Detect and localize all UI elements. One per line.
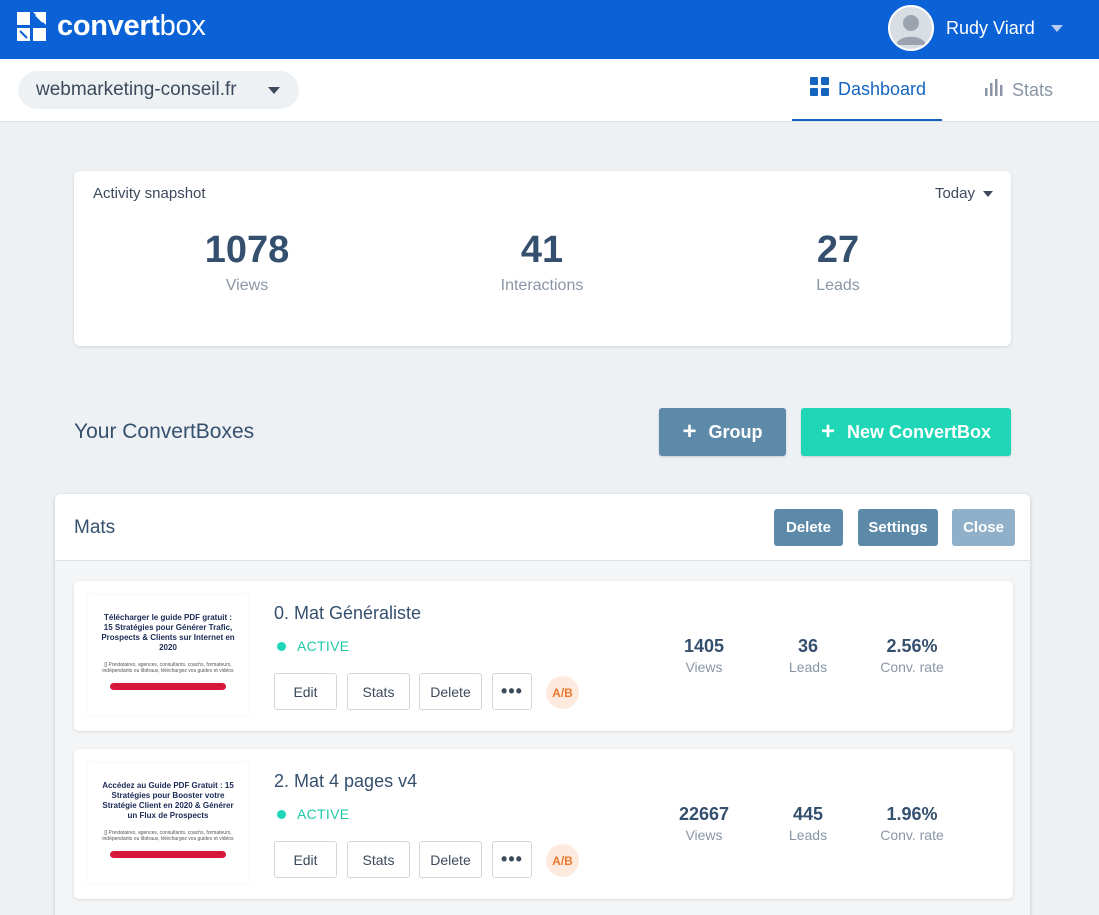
group-header: Mats Delete Settings Close: [55, 494, 1030, 561]
card-views-value: 1405: [683, 636, 725, 656]
status-badge: ACTIVE: [277, 638, 349, 654]
status-label: ACTIVE: [297, 806, 350, 822]
group-settings-button[interactable]: Settings: [858, 509, 938, 546]
logo-text: convertbox: [57, 10, 206, 42]
convertbox-card: Accédez au Guide PDF Gratuit : 15 Straté…: [74, 749, 1013, 899]
card-views: 22667 Views: [649, 804, 759, 843]
status-dot-icon: [277, 641, 286, 651]
ab-test-icon[interactable]: A/B: [546, 844, 579, 877]
section-title: Your ConvertBoxes: [74, 420, 255, 443]
convertbox-title[interactable]: 2. Mat 4 pages v4: [274, 771, 417, 792]
plus-icon: +: [682, 418, 697, 445]
stat-views-label: Views: [225, 277, 269, 294]
edit-button[interactable]: Edit: [274, 673, 337, 710]
card-conv-rate-value: 1.96%: [886, 804, 938, 824]
stat-interactions-value: 41: [520, 229, 564, 271]
group-panel: Mats Delete Settings Close Télécharger l…: [55, 494, 1030, 915]
stats-button[interactable]: Stats: [347, 841, 410, 878]
card-views: 1405 Views: [649, 636, 759, 675]
thumbnail-body: [] Prestataires, agences, consultants, c…: [102, 662, 234, 674]
logo-mark-icon: [17, 12, 46, 41]
sub-navigation: webmarketing-conseil.fr Dashboard Stats: [0, 59, 1099, 122]
thumbnail-body: [] Prestataires, agences, consultants, c…: [102, 830, 234, 842]
tab-dashboard[interactable]: Dashboard: [792, 59, 942, 121]
card-leads-value: 445: [792, 804, 824, 824]
card-leads-label: Leads: [788, 659, 828, 675]
caret-down-icon: [268, 87, 280, 94]
card-leads: 445 Leads: [753, 804, 863, 843]
stat-interactions-label: Interactions: [500, 277, 584, 294]
tab-stats-label: Stats: [1012, 79, 1054, 100]
add-group-button[interactable]: + Group: [659, 408, 786, 456]
card-conv-rate-label: Conv. rate: [880, 659, 944, 675]
bar-chart-icon: [984, 78, 1003, 102]
period-selector-value: Today: [934, 185, 975, 202]
chevron-down-icon: [1050, 24, 1063, 32]
card-conv-rate-value: 2.56%: [886, 636, 938, 656]
thumbnail-cta-bar: [110, 851, 226, 858]
card-views-label: Views: [685, 659, 723, 675]
edit-button[interactable]: Edit: [274, 841, 337, 878]
site-selector[interactable]: webmarketing-conseil.fr: [18, 71, 299, 109]
activity-snapshot-title: Activity snapshot: [93, 185, 206, 202]
card-conv-rate-label: Conv. rate: [880, 827, 944, 843]
activity-snapshot-card: Activity snapshot Today 1078 Views 41 In…: [74, 171, 1011, 346]
card-leads: 36 Leads: [753, 636, 863, 675]
ab-test-icon[interactable]: A/B: [546, 676, 579, 709]
card-leads-label: Leads: [788, 827, 828, 843]
status-badge: ACTIVE: [277, 806, 349, 822]
card-leads-value: 36: [797, 636, 819, 656]
new-convertbox-button[interactable]: + New ConvertBox: [801, 408, 1011, 456]
top-bar: convertbox Rudy Viard: [0, 0, 1099, 59]
stats-button[interactable]: Stats: [347, 673, 410, 710]
thumbnail-headline: Accédez au Guide PDF Gratuit : 15 Straté…: [102, 781, 234, 820]
group-delete-button[interactable]: Delete: [774, 509, 843, 546]
stat-views-value: 1078: [204, 229, 290, 271]
group-close-button[interactable]: Close: [952, 509, 1015, 546]
card-conv-rate: 2.56% Conv. rate: [857, 636, 967, 675]
stat-leads-value: 27: [816, 229, 860, 271]
stat-leads: 27 Leads: [738, 227, 938, 295]
more-options-icon[interactable]: •••: [492, 841, 532, 878]
stat-interactions: 41 Interactions: [442, 227, 642, 295]
group-name: Mats: [74, 517, 116, 538]
stat-leads-label: Leads: [816, 277, 860, 294]
period-selector[interactable]: Today: [935, 185, 993, 202]
grid-icon: [810, 77, 829, 101]
thumbnail-headline: Télécharger le guide PDF gratuit : 15 St…: [101, 613, 235, 652]
status-dot-icon: [277, 809, 286, 819]
tab-stats[interactable]: Stats: [984, 59, 1053, 121]
site-selector-value: webmarketing-conseil.fr: [36, 79, 237, 100]
plus-icon: +: [820, 418, 835, 445]
convertbox-thumbnail[interactable]: Accédez au Guide PDF Gratuit : 15 Straté…: [88, 763, 248, 883]
tab-dashboard-label: Dashboard: [838, 78, 927, 99]
card-views-value: 22667: [678, 804, 730, 824]
card-views-label: Views: [685, 827, 723, 843]
more-options-icon[interactable]: •••: [492, 673, 532, 710]
new-convertbox-label: New ConvertBox: [846, 421, 992, 442]
delete-button[interactable]: Delete: [419, 841, 482, 878]
user-menu[interactable]: Rudy Viard: [888, 5, 1063, 51]
card-conv-rate: 1.96% Conv. rate: [857, 804, 967, 843]
caret-down-icon: [983, 190, 993, 197]
delete-button[interactable]: Delete: [419, 673, 482, 710]
user-name: Rudy Viard: [946, 17, 1035, 38]
convertbox-thumbnail[interactable]: Télécharger le guide PDF gratuit : 15 St…: [88, 595, 248, 715]
add-group-label: Group: [708, 421, 763, 442]
thumbnail-cta-bar: [110, 683, 226, 690]
convertbox-card: Télécharger le guide PDF gratuit : 15 St…: [74, 581, 1013, 731]
avatar: [888, 5, 934, 51]
convertbox-logo[interactable]: convertbox: [17, 12, 206, 41]
stat-views: 1078 Views: [147, 227, 347, 295]
status-label: ACTIVE: [297, 638, 350, 654]
convertbox-title[interactable]: 0. Mat Généraliste: [274, 603, 421, 624]
